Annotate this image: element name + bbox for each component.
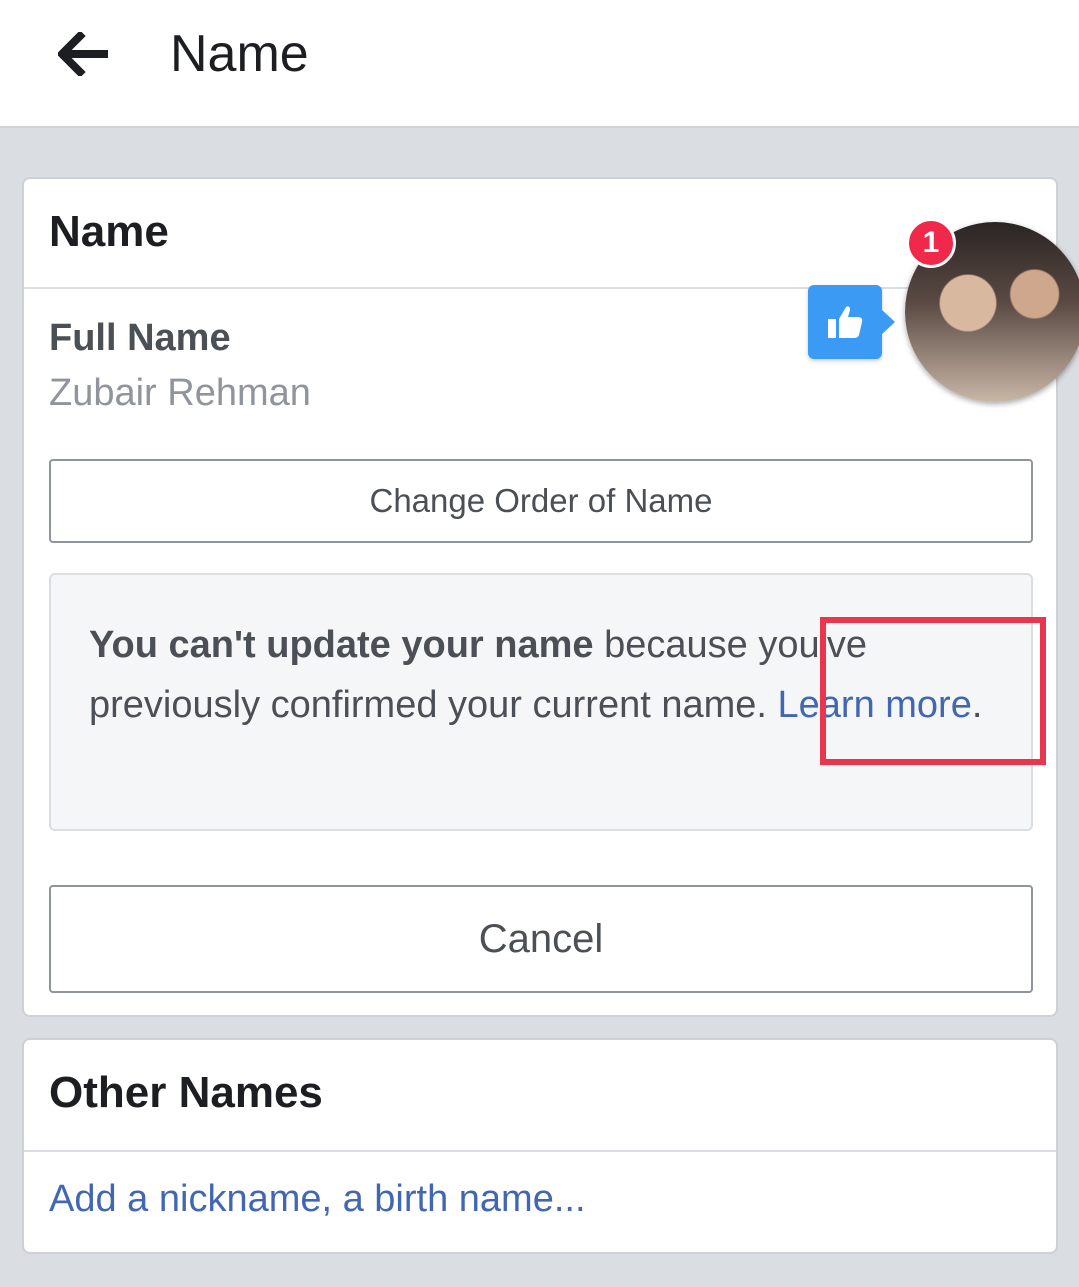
name-notice: You can't update your name because you'v… bbox=[49, 573, 1033, 831]
notice-bold-text: You can't update your name bbox=[89, 624, 594, 666]
thumbs-up-icon bbox=[828, 306, 863, 338]
cancel-button[interactable]: Cancel bbox=[49, 885, 1033, 993]
back-button[interactable] bbox=[52, 26, 116, 82]
page-title: Name bbox=[170, 25, 309, 83]
full-name-label: Full Name bbox=[49, 317, 231, 359]
notice-period: . bbox=[971, 684, 983, 726]
other-names-card: Other Names Add a nickname, a birth name… bbox=[22, 1038, 1058, 1254]
name-card-title: Name bbox=[49, 207, 169, 256]
name-card-header: Name bbox=[24, 179, 1056, 289]
arrow-left-icon bbox=[58, 32, 108, 76]
like-bubble[interactable] bbox=[808, 285, 895, 359]
name-card: Name Full Name Zubair Rehman Change Orde… bbox=[22, 177, 1058, 1017]
full-name-value: Zubair Rehman bbox=[49, 372, 311, 414]
other-names-title: Other Names bbox=[49, 1068, 323, 1117]
notification-badge: 1 bbox=[906, 218, 956, 268]
add-nickname-link[interactable]: Add a nickname, a birth name... bbox=[49, 1178, 586, 1221]
top-app-bar: Name bbox=[0, 0, 1079, 128]
learn-more-link[interactable]: Learn more bbox=[778, 684, 972, 726]
other-names-header: Other Names bbox=[24, 1040, 1056, 1152]
change-order-button[interactable]: Change Order of Name bbox=[49, 459, 1033, 543]
